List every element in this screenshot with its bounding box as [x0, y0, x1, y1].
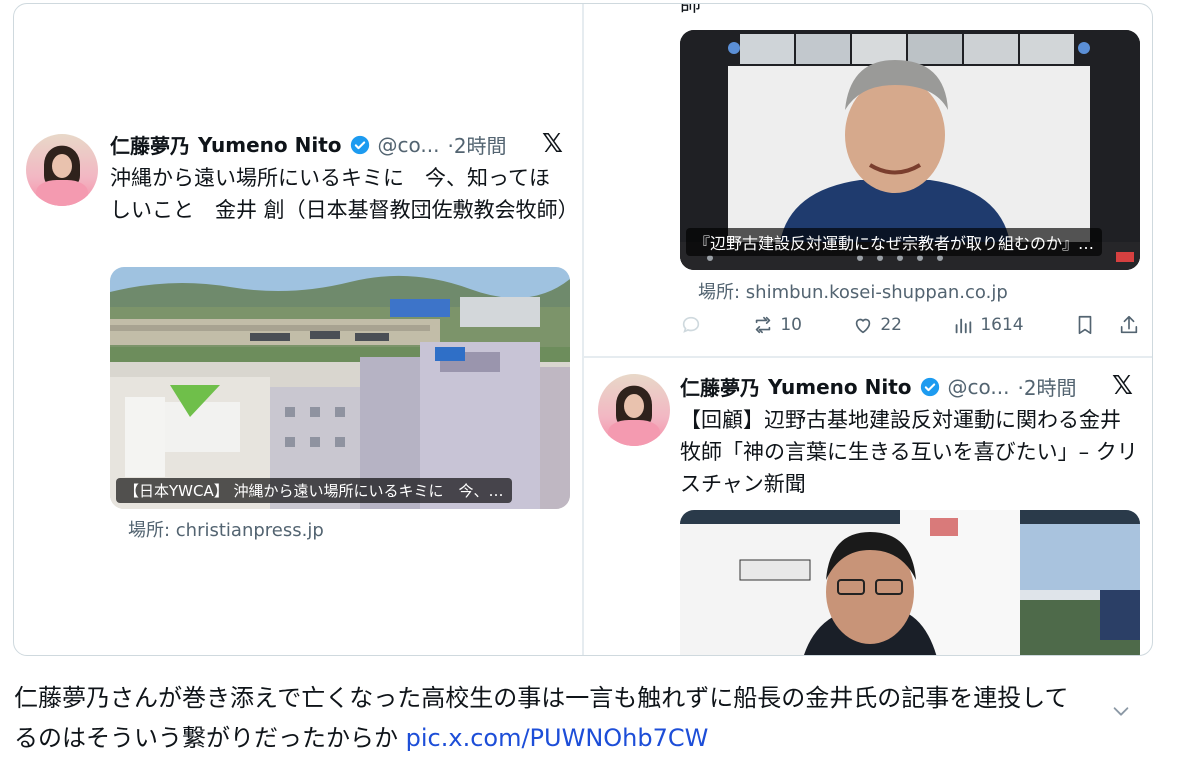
- heart-icon: [856, 318, 871, 334]
- reply-button[interactable]: [680, 314, 702, 336]
- like-count: 22: [880, 315, 902, 335]
- media-caption: 【日本YWCA】 沖縄から遠い場所にいるキミに 今、…: [116, 478, 512, 503]
- x-logo-icon: 𝕏: [542, 129, 563, 159]
- tweet-text: 【回顧】辺野古基地建設反対運動に関わる金井牧師「神の言葉に生きる互いを喜びたい」…: [680, 408, 1138, 496]
- post-caption: 仁藤夢乃さんが巻き添えで亡くなった高校生の事は一言も触れずに船長の金井氏の記事を…: [14, 678, 1074, 758]
- x-logo-icon: 𝕏: [1112, 371, 1133, 401]
- retweet-count: 10: [780, 315, 802, 335]
- timestamp: ·2時間: [447, 134, 507, 158]
- airbase-photo: [110, 267, 570, 509]
- left-tweet-card: 仁藤夢乃 Yumeno Nito @co... ·2時間 𝕏 沖縄から遠い場所に…: [14, 4, 582, 655]
- tweet-header: 仁藤夢乃 Yumeno Nito @co... ·2時間: [110, 130, 507, 159]
- views-icon: [956, 318, 972, 334]
- display-name: 仁藤夢乃: [110, 134, 190, 158]
- display-name: 仁藤夢乃: [680, 376, 760, 400]
- display-name-en: Yumeno Nito: [198, 132, 342, 157]
- verified-badge-icon: [920, 377, 939, 396]
- link-source[interactable]: 場所: christianpress.jp: [128, 516, 324, 542]
- like-button[interactable]: 22: [852, 314, 902, 336]
- tweet-text: 沖縄から遠い場所にいるキミに 今、知ってほしいこと 金井 創（日本基督教団佐敷教…: [110, 166, 579, 222]
- chevron-down-icon[interactable]: [1110, 700, 1132, 722]
- views-button[interactable]: 1614: [952, 314, 1024, 336]
- tweet-text-partial: 師: [680, 3, 701, 16]
- avatar: [26, 134, 98, 206]
- share-icon[interactable]: [1118, 314, 1140, 336]
- verified-badge-icon: [350, 135, 369, 154]
- retweet-icon: [756, 316, 771, 334]
- timestamp: ·2時間: [1017, 376, 1077, 400]
- right-bottom-tweet-card: 仁藤夢乃 Yumeno Nito @co... ·2時間 𝕏 【回顧】辺野古基地…: [584, 358, 1152, 655]
- boat-photo: [680, 510, 1140, 655]
- bookmark-share-group: [1074, 314, 1140, 336]
- handle: @co...: [947, 374, 1010, 399]
- bookmark-icon[interactable]: [1074, 314, 1096, 336]
- avatar: [598, 374, 670, 446]
- tweet-actions: 10 22 1614: [680, 314, 1140, 336]
- retweet-button[interactable]: 10: [752, 314, 802, 336]
- reply-icon: [682, 316, 700, 333]
- media-card[interactable]: [680, 510, 1140, 655]
- display-name-en: Yumeno Nito: [768, 374, 912, 399]
- handle: @co...: [377, 132, 440, 157]
- pic-link[interactable]: pic.x.com/PUWNOhb7CW: [406, 724, 709, 752]
- media-card[interactable]: 【日本YWCA】 沖縄から遠い場所にいるキミに 今、…: [110, 267, 570, 509]
- video-caption: 『辺野古建設反対運動になぜ宗教者が取り組むのか』…: [686, 228, 1103, 256]
- video-player[interactable]: 『辺野古建設反対運動になぜ宗教者が取り組むのか』…: [680, 30, 1140, 270]
- right-top-tweet-card: 師 『辺野古建設反対運動になぜ宗教者が取り組むのか』… 場所: shimbun.…: [584, 3, 1152, 356]
- link-source[interactable]: 場所: shimbun.kosei-shuppan.co.jp: [698, 278, 1008, 304]
- tweet-header: 仁藤夢乃 Yumeno Nito @co... ·2時間: [680, 372, 1077, 401]
- embedded-screenshot[interactable]: 仁藤夢乃 Yumeno Nito @co... ·2時間 𝕏 沖縄から遠い場所に…: [13, 3, 1153, 656]
- views-count: 1614: [980, 315, 1024, 335]
